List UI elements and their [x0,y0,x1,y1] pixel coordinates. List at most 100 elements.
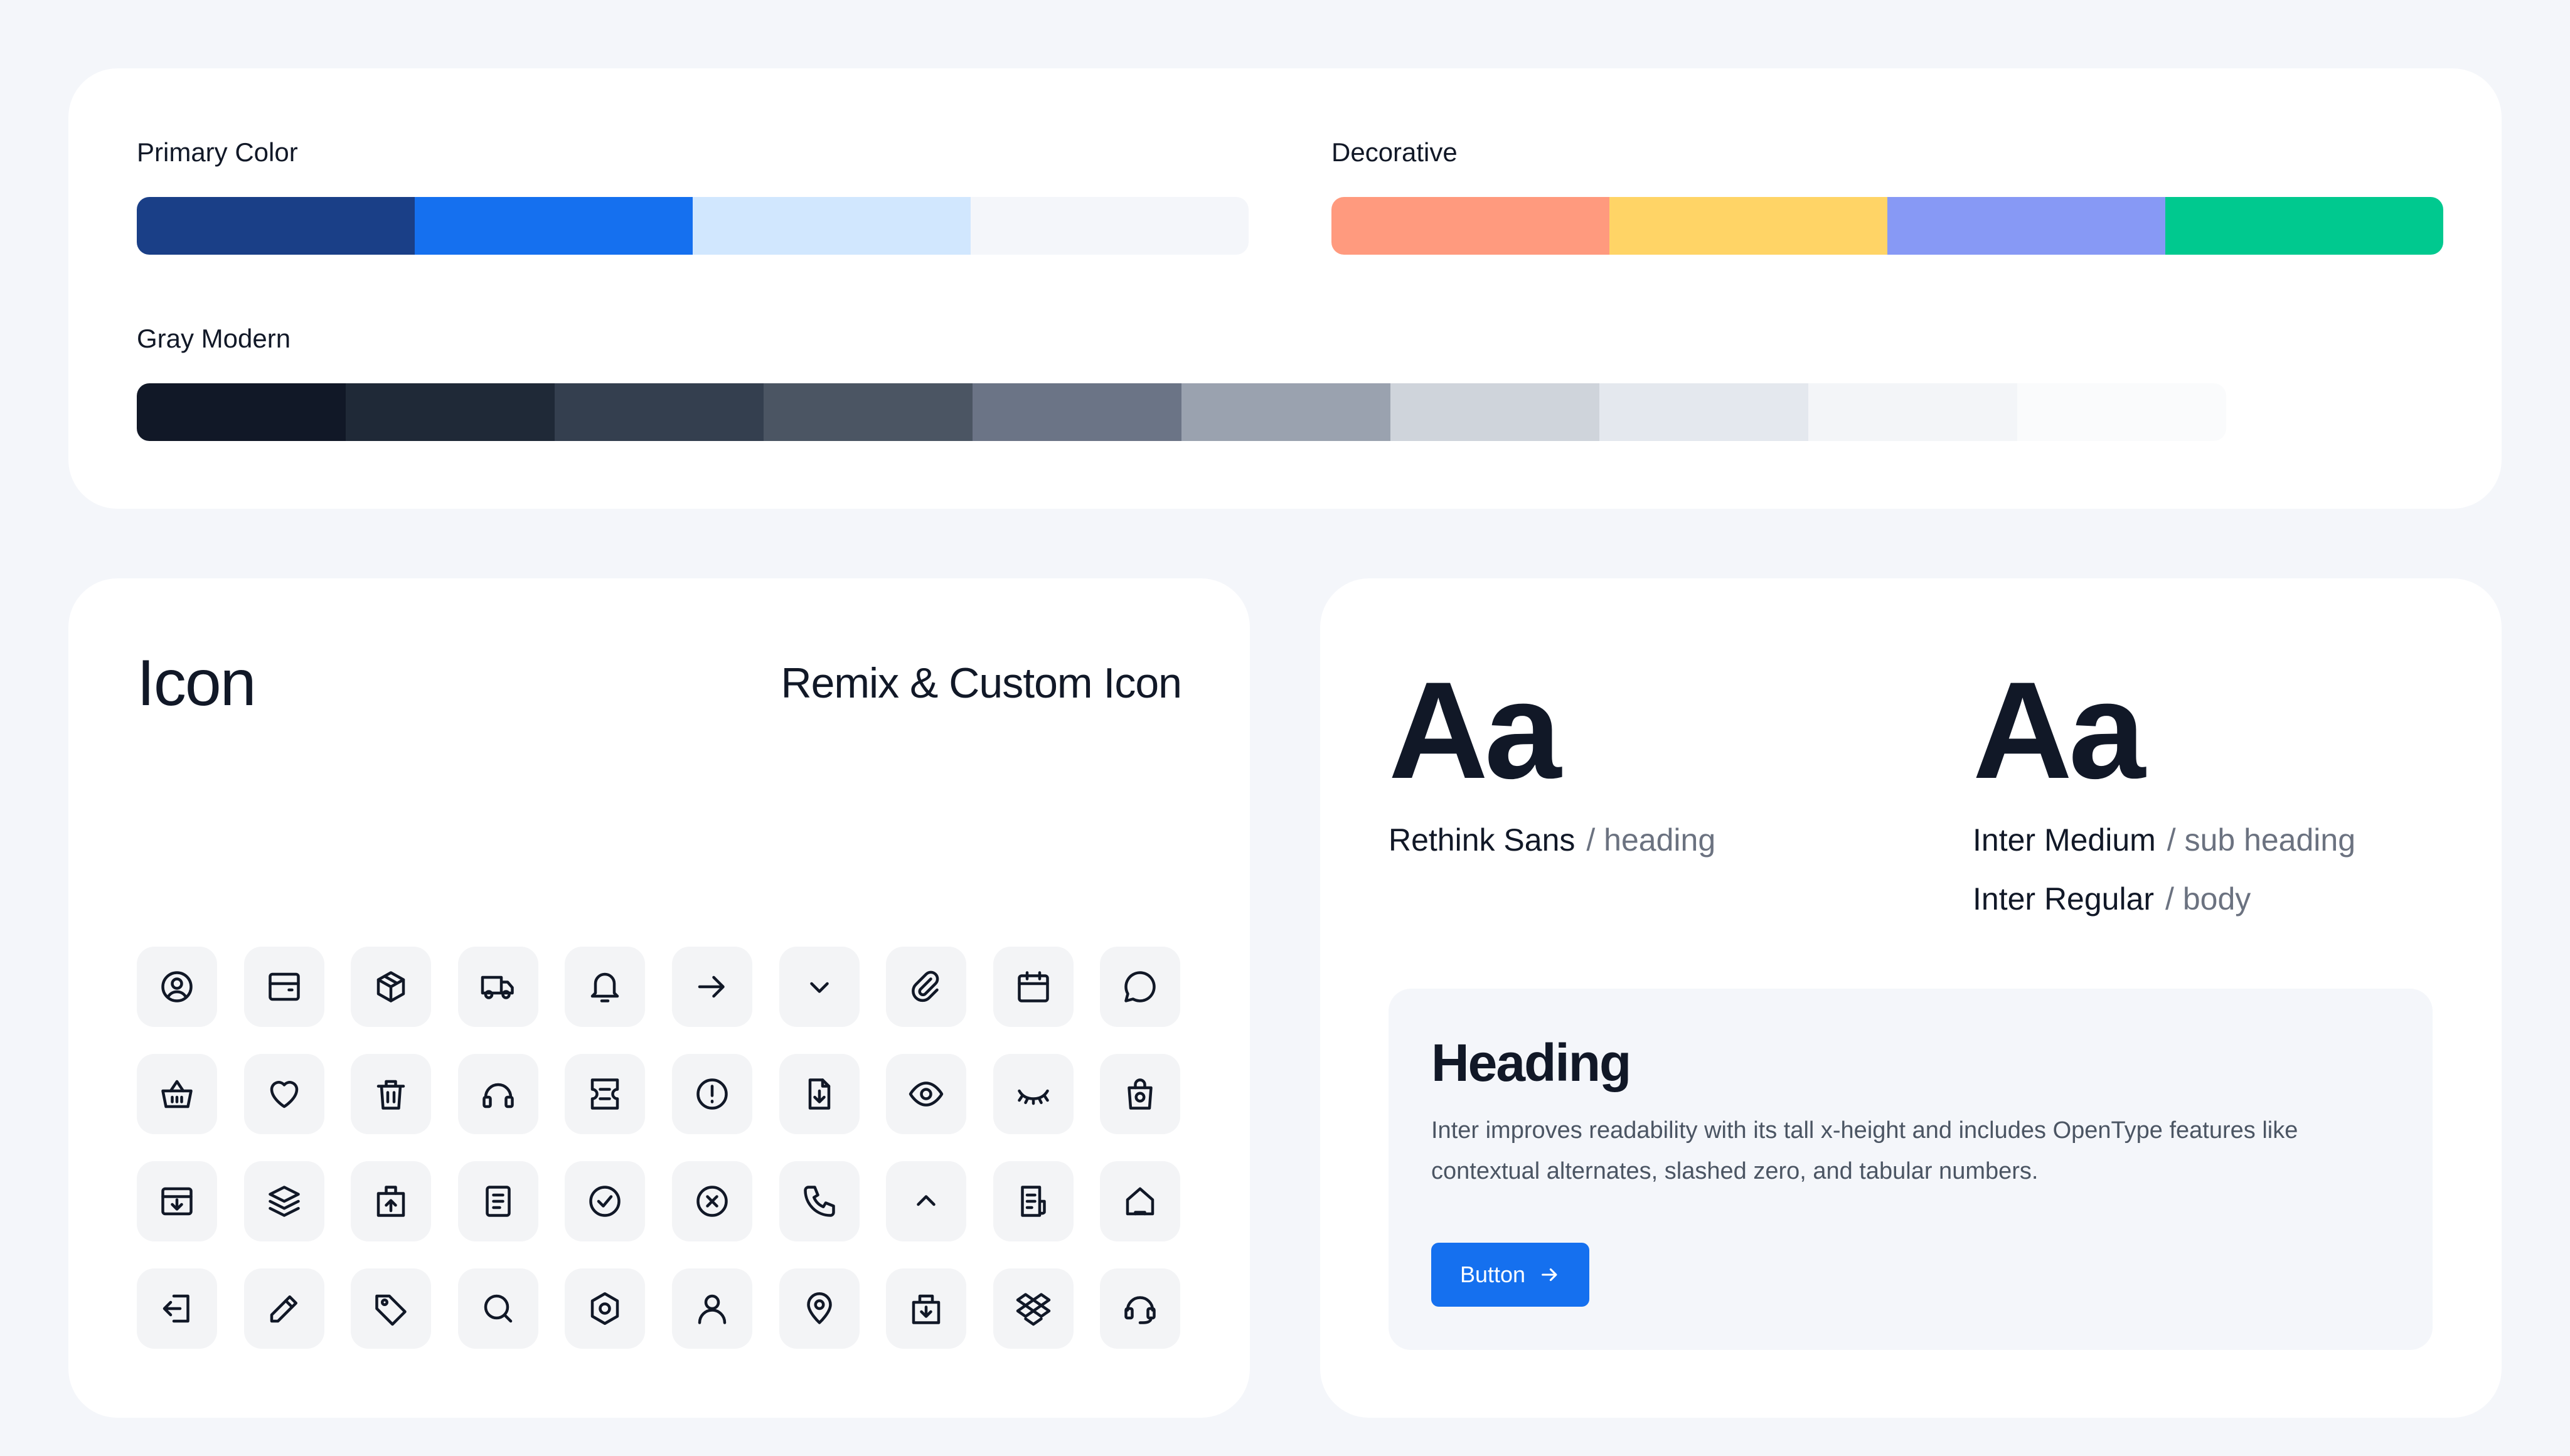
decorative-color-label: Decorative [1331,137,1458,167]
map-pin-icon-button[interactable] [779,1268,860,1349]
alert-circle-icon-button[interactable] [671,1054,752,1134]
icon-grid [137,947,1181,1349]
typography-card: Aa Rethink Sans / heading Aa Inter Medium… [1320,578,2502,1418]
calendar-icon-button[interactable] [993,947,1074,1027]
gray-modern-swatches [137,383,2226,441]
sample-button[interactable]: Button [1431,1243,1589,1307]
tag-icon-button[interactable] [351,1268,432,1349]
dropbox-icon-button[interactable] [993,1268,1074,1349]
icon-card: Icon Remix & Custom Icon [68,578,1250,1418]
eye-icon-button[interactable] [886,1054,967,1134]
eye-closed-icon-button[interactable] [993,1054,1074,1134]
primary-swatch-2 [415,197,693,255]
box-icon-button[interactable] [351,947,432,1027]
truck-icon-button[interactable] [457,947,538,1027]
color-palette-card: Primary Color Decorative Gray Modern [68,68,2502,509]
arrow-right-icon-button[interactable] [671,947,752,1027]
customer-service-icon-button[interactable] [1100,1268,1181,1349]
decorative-swatch-2 [1609,197,1887,255]
primary-color-label: Primary Color [137,137,298,167]
sample-body-text: Inter improves readability with its tall… [1431,1117,2298,1184]
receipt-icon-button[interactable] [993,1161,1074,1241]
settings-gear-icon-button[interactable] [565,1268,646,1349]
trash-icon-button[interactable] [351,1054,432,1134]
body-font-sample: Aa [1973,653,2145,807]
basket-icon-button[interactable] [137,1054,217,1134]
gray-swatch-10 [2017,383,2226,441]
building-upload-icon-button[interactable] [351,1161,432,1241]
bell-icon-button[interactable] [565,947,646,1027]
gray-swatch-8 [1599,383,1808,441]
heart-icon-button[interactable] [243,1054,324,1134]
alert-circle-icon [693,1075,731,1113]
decorative-swatch-3 [1887,197,2165,255]
package-in-icon-button[interactable] [886,1268,967,1349]
gray-swatch-5 [973,383,1181,441]
shopping-bag-icon-button[interactable] [1100,1054,1181,1134]
trash-icon [372,1075,410,1113]
arrow-right-icon [693,968,731,1006]
home-icon [1121,1182,1159,1220]
dropbox-icon [1015,1290,1052,1327]
bell-icon [586,968,624,1006]
icon-section-subtitle: Remix & Custom Icon [781,659,1182,707]
primary-color-swatches [137,197,1249,255]
sub-heading-font-role: / sub heading [2167,822,2356,858]
layers-stack-icon-button[interactable] [243,1161,324,1241]
chevron-up-icon [907,1182,945,1220]
search-icon-button[interactable] [457,1268,538,1349]
package-in-icon [907,1290,945,1327]
check-circle-icon-button[interactable] [565,1161,646,1241]
map-pin-icon [801,1290,838,1327]
settings-gear-icon [586,1290,624,1327]
file-text-icon [479,1182,517,1220]
primary-swatch-3 [693,197,971,255]
calendar-icon [1015,968,1052,1006]
decorative-color-swatches [1331,197,2443,255]
gray-swatch-6 [1181,383,1390,441]
chevron-down-icon-button[interactable] [779,947,860,1027]
file-text-icon-button[interactable] [457,1161,538,1241]
body-font-info: Inter Regular / body [1973,881,2251,917]
user-circle-icon [158,968,196,1006]
primary-swatch-1 [137,197,415,255]
user-icon-button[interactable] [671,1268,752,1349]
layers-stack-icon [265,1182,303,1220]
headphones-icon-button[interactable] [457,1054,538,1134]
heading-font-name: Rethink Sans [1389,822,1576,858]
user-circle-icon-button[interactable] [137,947,217,1027]
eye-closed-icon [1015,1075,1052,1113]
chevron-up-icon-button[interactable] [886,1161,967,1241]
gray-swatch-2 [346,383,555,441]
phone-icon-button[interactable] [779,1161,860,1241]
arrow-right-icon [1539,1264,1560,1285]
archive-download-icon [158,1182,196,1220]
close-circle-icon-button[interactable] [671,1161,752,1241]
sub-heading-font-name: Inter Medium [1973,822,2156,858]
file-download-icon-button[interactable] [779,1054,860,1134]
wallet-icon-button[interactable] [243,947,324,1027]
search-icon [479,1290,517,1327]
pencil-icon-button[interactable] [243,1268,324,1349]
sample-heading: Heading [1431,1033,1631,1092]
icon-section-title: Icon [137,647,257,720]
typography-sample-card: Heading Inter improves readability with … [1389,989,2433,1350]
building-upload-icon [372,1182,410,1220]
box-icon [372,968,410,1006]
shopping-bag-icon [1121,1075,1159,1113]
chat-bubble-icon [1121,968,1159,1006]
close-circle-icon [693,1182,731,1220]
pencil-icon [265,1290,303,1327]
home-icon-button[interactable] [1100,1161,1181,1241]
ticket-icon [586,1075,624,1113]
heading-font-info: Rethink Sans / heading [1389,822,1715,858]
attachment-icon-button[interactable] [886,947,967,1027]
gray-swatch-3 [555,383,764,441]
logout-icon-button[interactable] [137,1268,217,1349]
decorative-swatch-4 [2165,197,2443,255]
archive-download-icon-button[interactable] [137,1161,217,1241]
body-font-name: Inter Regular [1973,881,2155,917]
heading-font-role: / heading [1586,822,1716,858]
ticket-icon-button[interactable] [565,1054,646,1134]
chat-bubble-icon-button[interactable] [1100,947,1181,1027]
